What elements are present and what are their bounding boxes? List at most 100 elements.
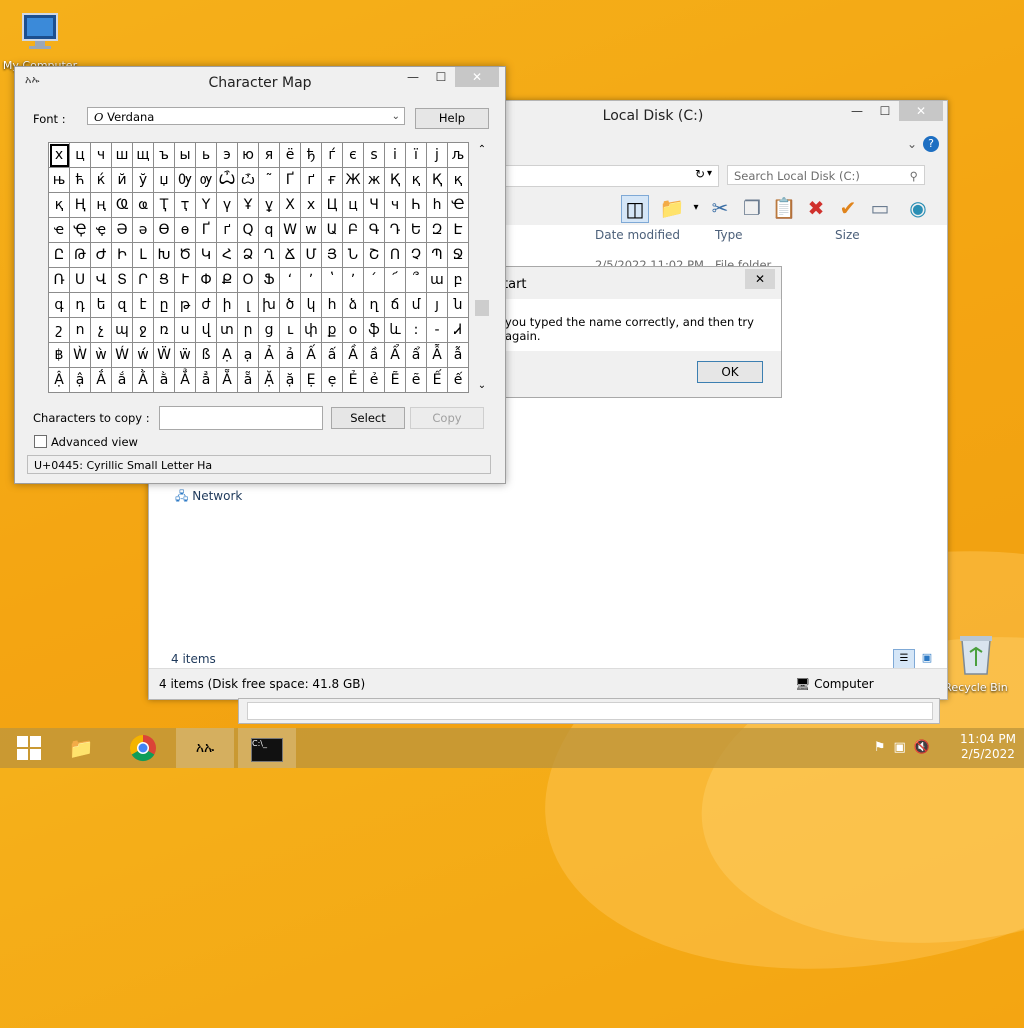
character-cell[interactable]: ẹ	[322, 368, 343, 393]
character-cell[interactable]: Ẩ	[385, 343, 406, 368]
maximize-button[interactable]: ☐	[871, 101, 899, 121]
character-cell[interactable]: ц	[70, 143, 91, 168]
large-icons-view-icon[interactable]: ▣	[917, 649, 937, 667]
character-cell[interactable]: ի	[217, 293, 238, 318]
character-cell[interactable]: Ґ	[280, 168, 301, 193]
character-cell[interactable]: ճ	[385, 293, 406, 318]
character-cell[interactable]: -	[427, 318, 448, 343]
nav-item-network[interactable]: 🖧 Network	[175, 487, 242, 508]
character-cell[interactable]: Ջ	[448, 243, 469, 268]
character-cell[interactable]: դ	[70, 293, 91, 318]
delete-icon[interactable]: ✖	[803, 195, 829, 221]
taskbar-chrome[interactable]	[114, 728, 172, 768]
expand-ribbon-chevron-icon[interactable]: ⌄	[907, 137, 917, 151]
character-cell[interactable]: Ấ	[301, 343, 322, 368]
character-cell[interactable]: ʻ	[280, 268, 301, 293]
character-cell[interactable]: ժ	[196, 293, 217, 318]
character-cell[interactable]: Ե	[406, 218, 427, 243]
character-cell[interactable]: ո	[70, 318, 91, 343]
character-cell[interactable]: х	[301, 193, 322, 218]
character-cell[interactable]: Һ	[406, 193, 427, 218]
character-cell[interactable]: հ	[322, 293, 343, 318]
character-cell[interactable]: Ґ	[196, 218, 217, 243]
character-cell[interactable]: Ẹ	[301, 368, 322, 393]
character-cell[interactable]: ը	[154, 293, 175, 318]
character-cell[interactable]: ң	[91, 193, 112, 218]
character-cell[interactable]: օ	[343, 318, 364, 343]
character-cell[interactable]: ь	[196, 143, 217, 168]
character-cell[interactable]: Դ	[385, 218, 406, 243]
character-cell[interactable]: џ	[154, 168, 175, 193]
character-cell[interactable]: Վ	[91, 268, 112, 293]
character-cell[interactable]: Թ	[70, 243, 91, 268]
character-cell[interactable]: կ	[301, 293, 322, 318]
character-cell[interactable]: ả	[280, 343, 301, 368]
character-cell[interactable]: Ս	[70, 268, 91, 293]
character-cell[interactable]: э	[217, 143, 238, 168]
character-cell[interactable]: ՜	[385, 268, 406, 293]
character-cell[interactable]: ẽ	[406, 368, 427, 393]
dialog-close-button[interactable]: ✕	[745, 269, 775, 289]
character-cell[interactable]: ү	[217, 193, 238, 218]
close-button[interactable]: ✕	[455, 67, 499, 87]
character-cell[interactable]: і	[385, 143, 406, 168]
character-cell[interactable]: ฿	[49, 343, 70, 368]
character-cell[interactable]: Q	[238, 218, 259, 243]
character-cell[interactable]: պ	[112, 318, 133, 343]
character-cell[interactable]: Չ	[406, 243, 427, 268]
taskbar-command-prompt[interactable]: C:\_	[238, 728, 296, 768]
character-cell[interactable]: ы	[175, 143, 196, 168]
ok-button[interactable]: OK	[697, 361, 763, 383]
character-cell[interactable]: ѕ	[364, 143, 385, 168]
character-cell[interactable]: ё	[280, 143, 301, 168]
character-cell[interactable]: Ả	[259, 343, 280, 368]
character-cell[interactable]: ế	[448, 368, 469, 393]
character-cell[interactable]: Ẃ	[112, 343, 133, 368]
drive-icon[interactable]: ▭	[867, 195, 893, 221]
character-cell[interactable]: Ր	[133, 268, 154, 293]
network-tray-icon[interactable]: ▣	[894, 740, 914, 755]
character-cell[interactable]: ֆ	[364, 318, 385, 343]
character-cell[interactable]: W	[280, 218, 301, 243]
properties-dropdown-icon[interactable]: ▾	[683, 195, 709, 221]
character-cell[interactable]: ц	[343, 193, 364, 218]
character-cell[interactable]: ՞	[406, 268, 427, 293]
character-cell[interactable]: Փ	[196, 268, 217, 293]
character-cell[interactable]: Ա	[322, 218, 343, 243]
character-cell[interactable]: ẳ	[196, 368, 217, 393]
font-select[interactable]: O Verdana ⌄	[87, 107, 405, 125]
character-cell[interactable]: Ռ	[49, 268, 70, 293]
character-cell[interactable]: Ә	[112, 218, 133, 243]
character-cell[interactable]: լ	[238, 293, 259, 318]
character-cell[interactable]: ն	[448, 293, 469, 318]
character-cell[interactable]: Ց	[154, 268, 175, 293]
character-cell[interactable]: Ը	[49, 243, 70, 268]
character-cell[interactable]: ұ	[259, 193, 280, 218]
column-date-modified[interactable]: Date modified	[595, 228, 680, 242]
character-cell[interactable]: ѽ	[238, 168, 259, 193]
character-cell[interactable]: Հ	[217, 243, 238, 268]
character-cell[interactable]: қ	[49, 193, 70, 218]
character-cell[interactable]: Ẽ	[385, 368, 406, 393]
refresh-icon[interactable]: ↻	[695, 167, 705, 181]
character-cell[interactable]: խ	[259, 293, 280, 318]
character-cell[interactable]: Ậ	[49, 368, 70, 393]
character-cell[interactable]: Ꮧ	[448, 318, 469, 343]
character-cell[interactable]: ө	[175, 218, 196, 243]
character-cell[interactable]: Қ	[385, 168, 406, 193]
character-cell[interactable]: ւ	[280, 318, 301, 343]
character-cell[interactable]: Ն	[343, 243, 364, 268]
character-cell[interactable]: Ầ	[343, 343, 364, 368]
character-cell[interactable]: Ճ	[280, 243, 301, 268]
character-cell[interactable]: ք	[322, 318, 343, 343]
character-cell[interactable]: ẅ	[175, 343, 196, 368]
character-cell[interactable]: ẵ	[238, 368, 259, 393]
grid-scrollbar[interactable]: ⌃ ⌄	[473, 142, 491, 393]
character-cell[interactable]: Ắ	[91, 368, 112, 393]
character-cell[interactable]: ẁ	[91, 343, 112, 368]
character-cell[interactable]: қ	[448, 168, 469, 193]
character-cell[interactable]: Ạ	[217, 343, 238, 368]
character-cell[interactable]: ћ	[70, 168, 91, 193]
character-cell[interactable]: w	[301, 218, 322, 243]
character-cell[interactable]: Ẫ	[427, 343, 448, 368]
